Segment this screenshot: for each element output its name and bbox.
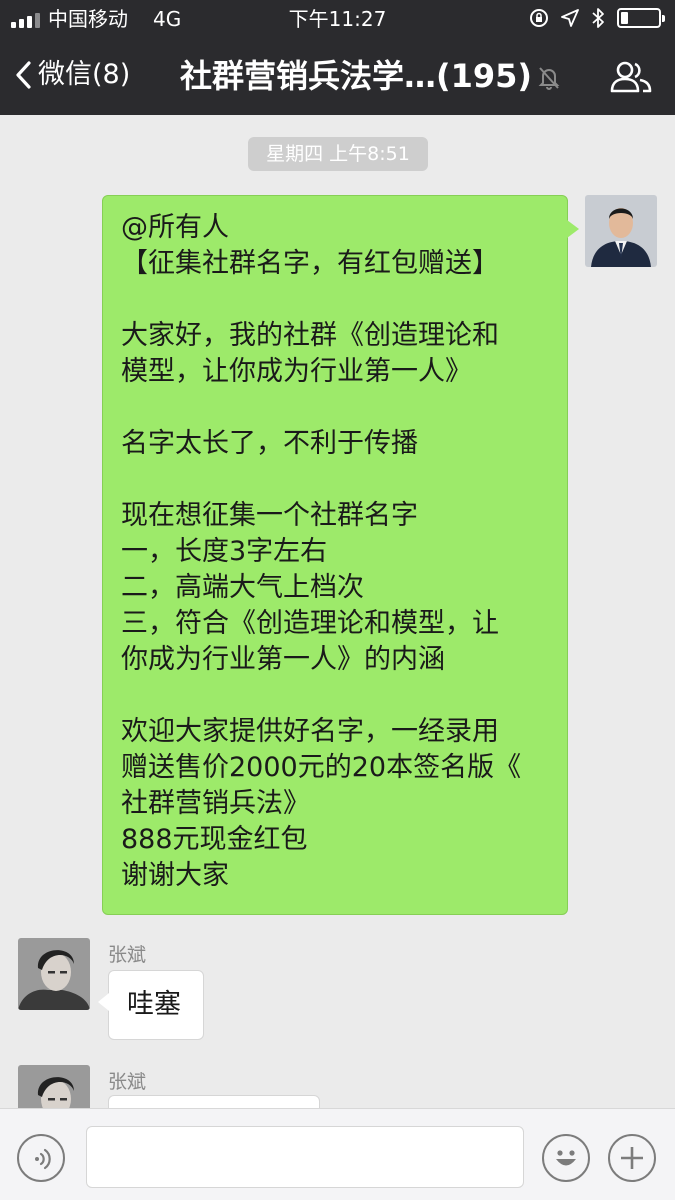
message-line: 模型，让你成为行业第一人》 bbox=[121, 356, 472, 387]
top-bar: 中国移动 4G 下午11:27 微信(8) 社群营销兵法学…(195) bbox=[0, 0, 675, 115]
sender-name: 张斌 bbox=[108, 944, 147, 966]
message-line: 社群营销兵法》 bbox=[121, 788, 310, 819]
message-line: 名字太长了，不利于传播 bbox=[121, 428, 418, 459]
status-bar: 中国移动 4G 下午11:27 bbox=[0, 0, 675, 38]
sender-avatar[interactable] bbox=[18, 1065, 90, 1108]
message-line: 三，符合《创造理论和模型，让 bbox=[121, 608, 499, 639]
incoming-message-bubble[interactable]: 哇塞 bbox=[98, 970, 204, 1040]
input-bar bbox=[0, 1108, 675, 1200]
message-line: 欢迎大家提供好名字，一经录用 bbox=[121, 716, 499, 747]
message-line: 一，长度3字左右 bbox=[121, 536, 328, 567]
wechat-group-chat-screen: 中国移动 4G 下午11:27 微信(8) 社群营销兵法学…(195) 星期四 … bbox=[0, 0, 675, 1200]
message-line: 谢谢大家 bbox=[121, 860, 229, 891]
sender-name: 张斌 bbox=[108, 1071, 147, 1093]
back-label: 微信(8) bbox=[38, 59, 131, 90]
chat-area[interactable]: 星期四 上午8:51 @所有人【征集社群名字，有红包赠送】 大家好，我的社群《创造… bbox=[0, 115, 675, 1108]
bluetooth-icon bbox=[592, 8, 604, 28]
message-line: @所有人 bbox=[121, 212, 229, 243]
message-line: 【征集社群名字，有红包赠送】 bbox=[121, 248, 499, 279]
emoji-icon bbox=[556, 1150, 576, 1166]
voice-icon bbox=[35, 1148, 51, 1170]
chevron-left-icon bbox=[16, 61, 31, 89]
message-line: 大家好，我的社群《创造理论和 bbox=[121, 320, 499, 351]
incoming-message-bubble[interactable] bbox=[108, 1095, 320, 1108]
message-timestamp: 星期四 上午8:51 bbox=[248, 137, 428, 171]
battery-icon bbox=[617, 8, 665, 28]
chat-title: 社群营销兵法学…(195) bbox=[180, 57, 533, 95]
group-members-icon[interactable] bbox=[609, 60, 653, 94]
plus-icon bbox=[621, 1147, 643, 1169]
mute-bell-icon bbox=[538, 67, 560, 90]
navigation-bar: 微信(8) 社群营销兵法学…(195) bbox=[0, 38, 675, 115]
sender-avatar[interactable] bbox=[18, 938, 90, 1010]
outgoing-message-bubble[interactable]: @所有人【征集社群名字，有红包赠送】 大家好，我的社群《创造理论和 模型，让你成为行… bbox=[102, 195, 579, 915]
more-functions-button[interactable] bbox=[608, 1134, 656, 1182]
back-button[interactable]: 微信(8) bbox=[14, 58, 130, 92]
my-avatar[interactable] bbox=[585, 195, 657, 267]
outgoing-message-text: @所有人【征集社群名字，有红包赠送】 大家好，我的社群《创造理论和 模型，让你成为行… bbox=[121, 210, 549, 894]
battery-level bbox=[621, 12, 628, 24]
message-line: 二，高端大气上档次 bbox=[121, 572, 364, 603]
rotation-lock-icon bbox=[530, 9, 548, 27]
message-line: 现在想征集一个社群名字 bbox=[121, 500, 418, 531]
message-line: 赠送售价2000元的20本签名版《 bbox=[121, 752, 522, 783]
message-line: 888元现金红包 bbox=[121, 824, 308, 855]
status-icons bbox=[529, 7, 665, 29]
location-arrow-icon bbox=[561, 9, 579, 27]
emoji-button[interactable] bbox=[542, 1134, 590, 1182]
message-input[interactable] bbox=[86, 1126, 524, 1188]
voice-input-button[interactable] bbox=[17, 1134, 65, 1182]
message-line: 你成为行业第一人》的内涵 bbox=[121, 644, 445, 675]
